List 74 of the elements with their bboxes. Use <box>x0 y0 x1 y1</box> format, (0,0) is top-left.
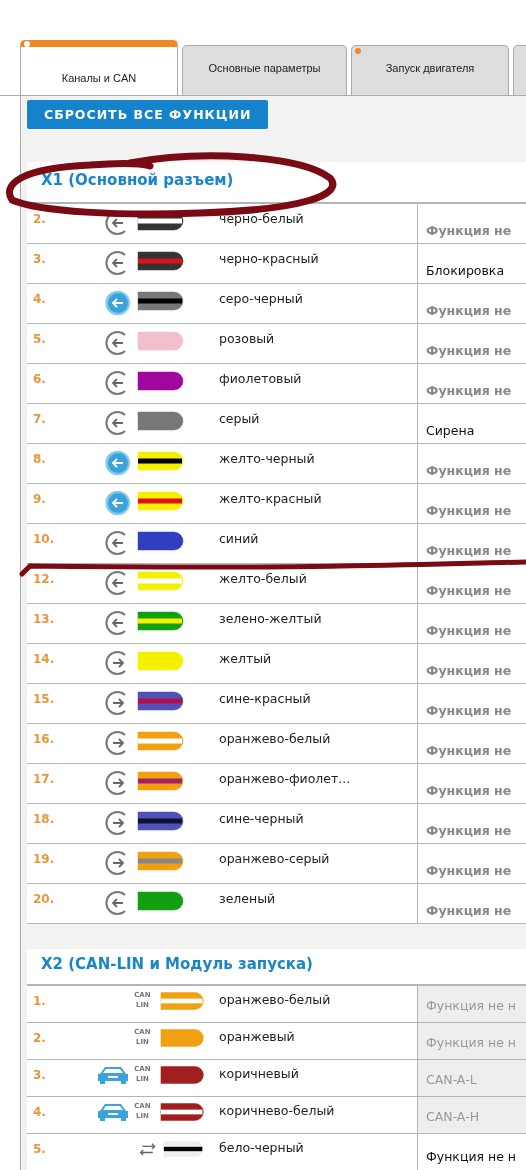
wire-name: желто-белый <box>218 570 308 588</box>
function-field[interactable]: Функция не <box>417 564 526 603</box>
function-field[interactable]: Сирена <box>417 404 526 443</box>
tab[interactable]: Каналы и CAN <box>20 40 178 95</box>
pin-number: 12. <box>32 571 56 588</box>
function-field[interactable]: Функция не <box>417 324 526 363</box>
function-field[interactable]: Функция не <box>417 524 526 563</box>
wire-name: зеленый <box>218 890 277 908</box>
pin-number: 2. <box>32 211 47 228</box>
function-field[interactable]: Функция не <box>417 444 526 483</box>
wire-name: коричневый <box>218 1065 300 1083</box>
wire-name: оранжево-фиолет... <box>218 770 352 788</box>
pin-number: 3. <box>32 251 47 268</box>
pin-number: 4. <box>32 291 47 308</box>
function-field[interactable]: CAN-A-L <box>417 1060 526 1096</box>
function-field[interactable]: Функция не <box>417 884 526 923</box>
tab[interactable]: Основные параметры <box>182 45 347 95</box>
function-field[interactable]: Функция не н <box>417 1134 526 1170</box>
wire-name: желто-красный <box>218 490 323 508</box>
wire-name: оранжево-серый <box>218 850 331 868</box>
function-field[interactable]: Функция не н <box>417 1023 526 1059</box>
wire-name: серый <box>218 410 261 428</box>
wire-name: розовый <box>218 330 276 348</box>
wire-name: коричнево-белый <box>218 1102 336 1120</box>
wire-name: зелено-желтый <box>218 610 323 628</box>
pin-number: 6. <box>32 371 47 388</box>
pin-number: 14. <box>32 651 56 668</box>
pin-number: 3. <box>32 1067 47 1084</box>
pin-number: 8. <box>32 451 47 468</box>
function-field[interactable]: Функция не <box>417 364 526 403</box>
pin-number: 7. <box>32 411 47 428</box>
wire-name: бело-черный <box>218 1139 305 1157</box>
pin-number: 20. <box>32 891 56 908</box>
wire-name: синий <box>218 530 260 548</box>
wire-name: сине-черный <box>218 810 305 828</box>
wire-name: желто-черный <box>218 450 316 468</box>
pin-number: 1. <box>32 993 47 1010</box>
pin-number: 10. <box>32 531 56 548</box>
function-field[interactable]: Функция не <box>417 764 526 803</box>
pin-number: 19. <box>32 851 56 868</box>
function-field[interactable]: Функция не <box>417 724 526 763</box>
wire-name: оранжевый <box>218 1028 296 1046</box>
pin-number: 15. <box>32 691 56 708</box>
function-field[interactable]: CAN-A-H <box>417 1097 526 1133</box>
pin-number: 5. <box>32 331 47 348</box>
function-field[interactable]: Функция не <box>417 844 526 883</box>
function-field[interactable]: Функция не <box>417 204 526 243</box>
pin-number: 13. <box>32 611 56 628</box>
wire-name: оранжево-белый <box>218 991 332 1009</box>
wire-name: черно-красный <box>218 250 320 268</box>
reset-button[interactable]: СБРОСИТЬ ВСЕ ФУНКЦИИ <box>27 100 269 129</box>
pin-number: 17. <box>32 771 56 788</box>
tab[interactable]: Запуск двигателя <box>351 45 509 95</box>
wire-name: желтый <box>218 650 273 668</box>
wire-name: сине-красный <box>218 690 312 708</box>
wire-name: фиолетовый <box>218 370 303 388</box>
function-field[interactable]: Функция не <box>417 644 526 683</box>
function-field[interactable]: Функция не <box>417 284 526 323</box>
pin-number: 5. <box>32 1141 47 1158</box>
function-field[interactable]: Функция не <box>417 604 526 643</box>
wire-name: серо-черный <box>218 290 304 308</box>
function-field[interactable]: Функция не <box>417 804 526 843</box>
tab-dot <box>24 41 30 47</box>
function-field[interactable]: Блокировка <box>417 244 526 283</box>
function-field[interactable]: Функция не <box>417 684 526 723</box>
pin-number: 4. <box>32 1104 47 1121</box>
wire-name: оранжево-белый <box>218 730 332 748</box>
function-field[interactable]: Функция не <box>417 484 526 523</box>
pin-number: 9. <box>32 491 47 508</box>
pin-number: 16. <box>32 731 56 748</box>
pin-number: 18. <box>32 811 56 828</box>
wire-name: черно-белый <box>218 210 305 228</box>
pin-number: 2. <box>32 1030 47 1047</box>
function-field[interactable]: Функция не н <box>417 986 526 1022</box>
